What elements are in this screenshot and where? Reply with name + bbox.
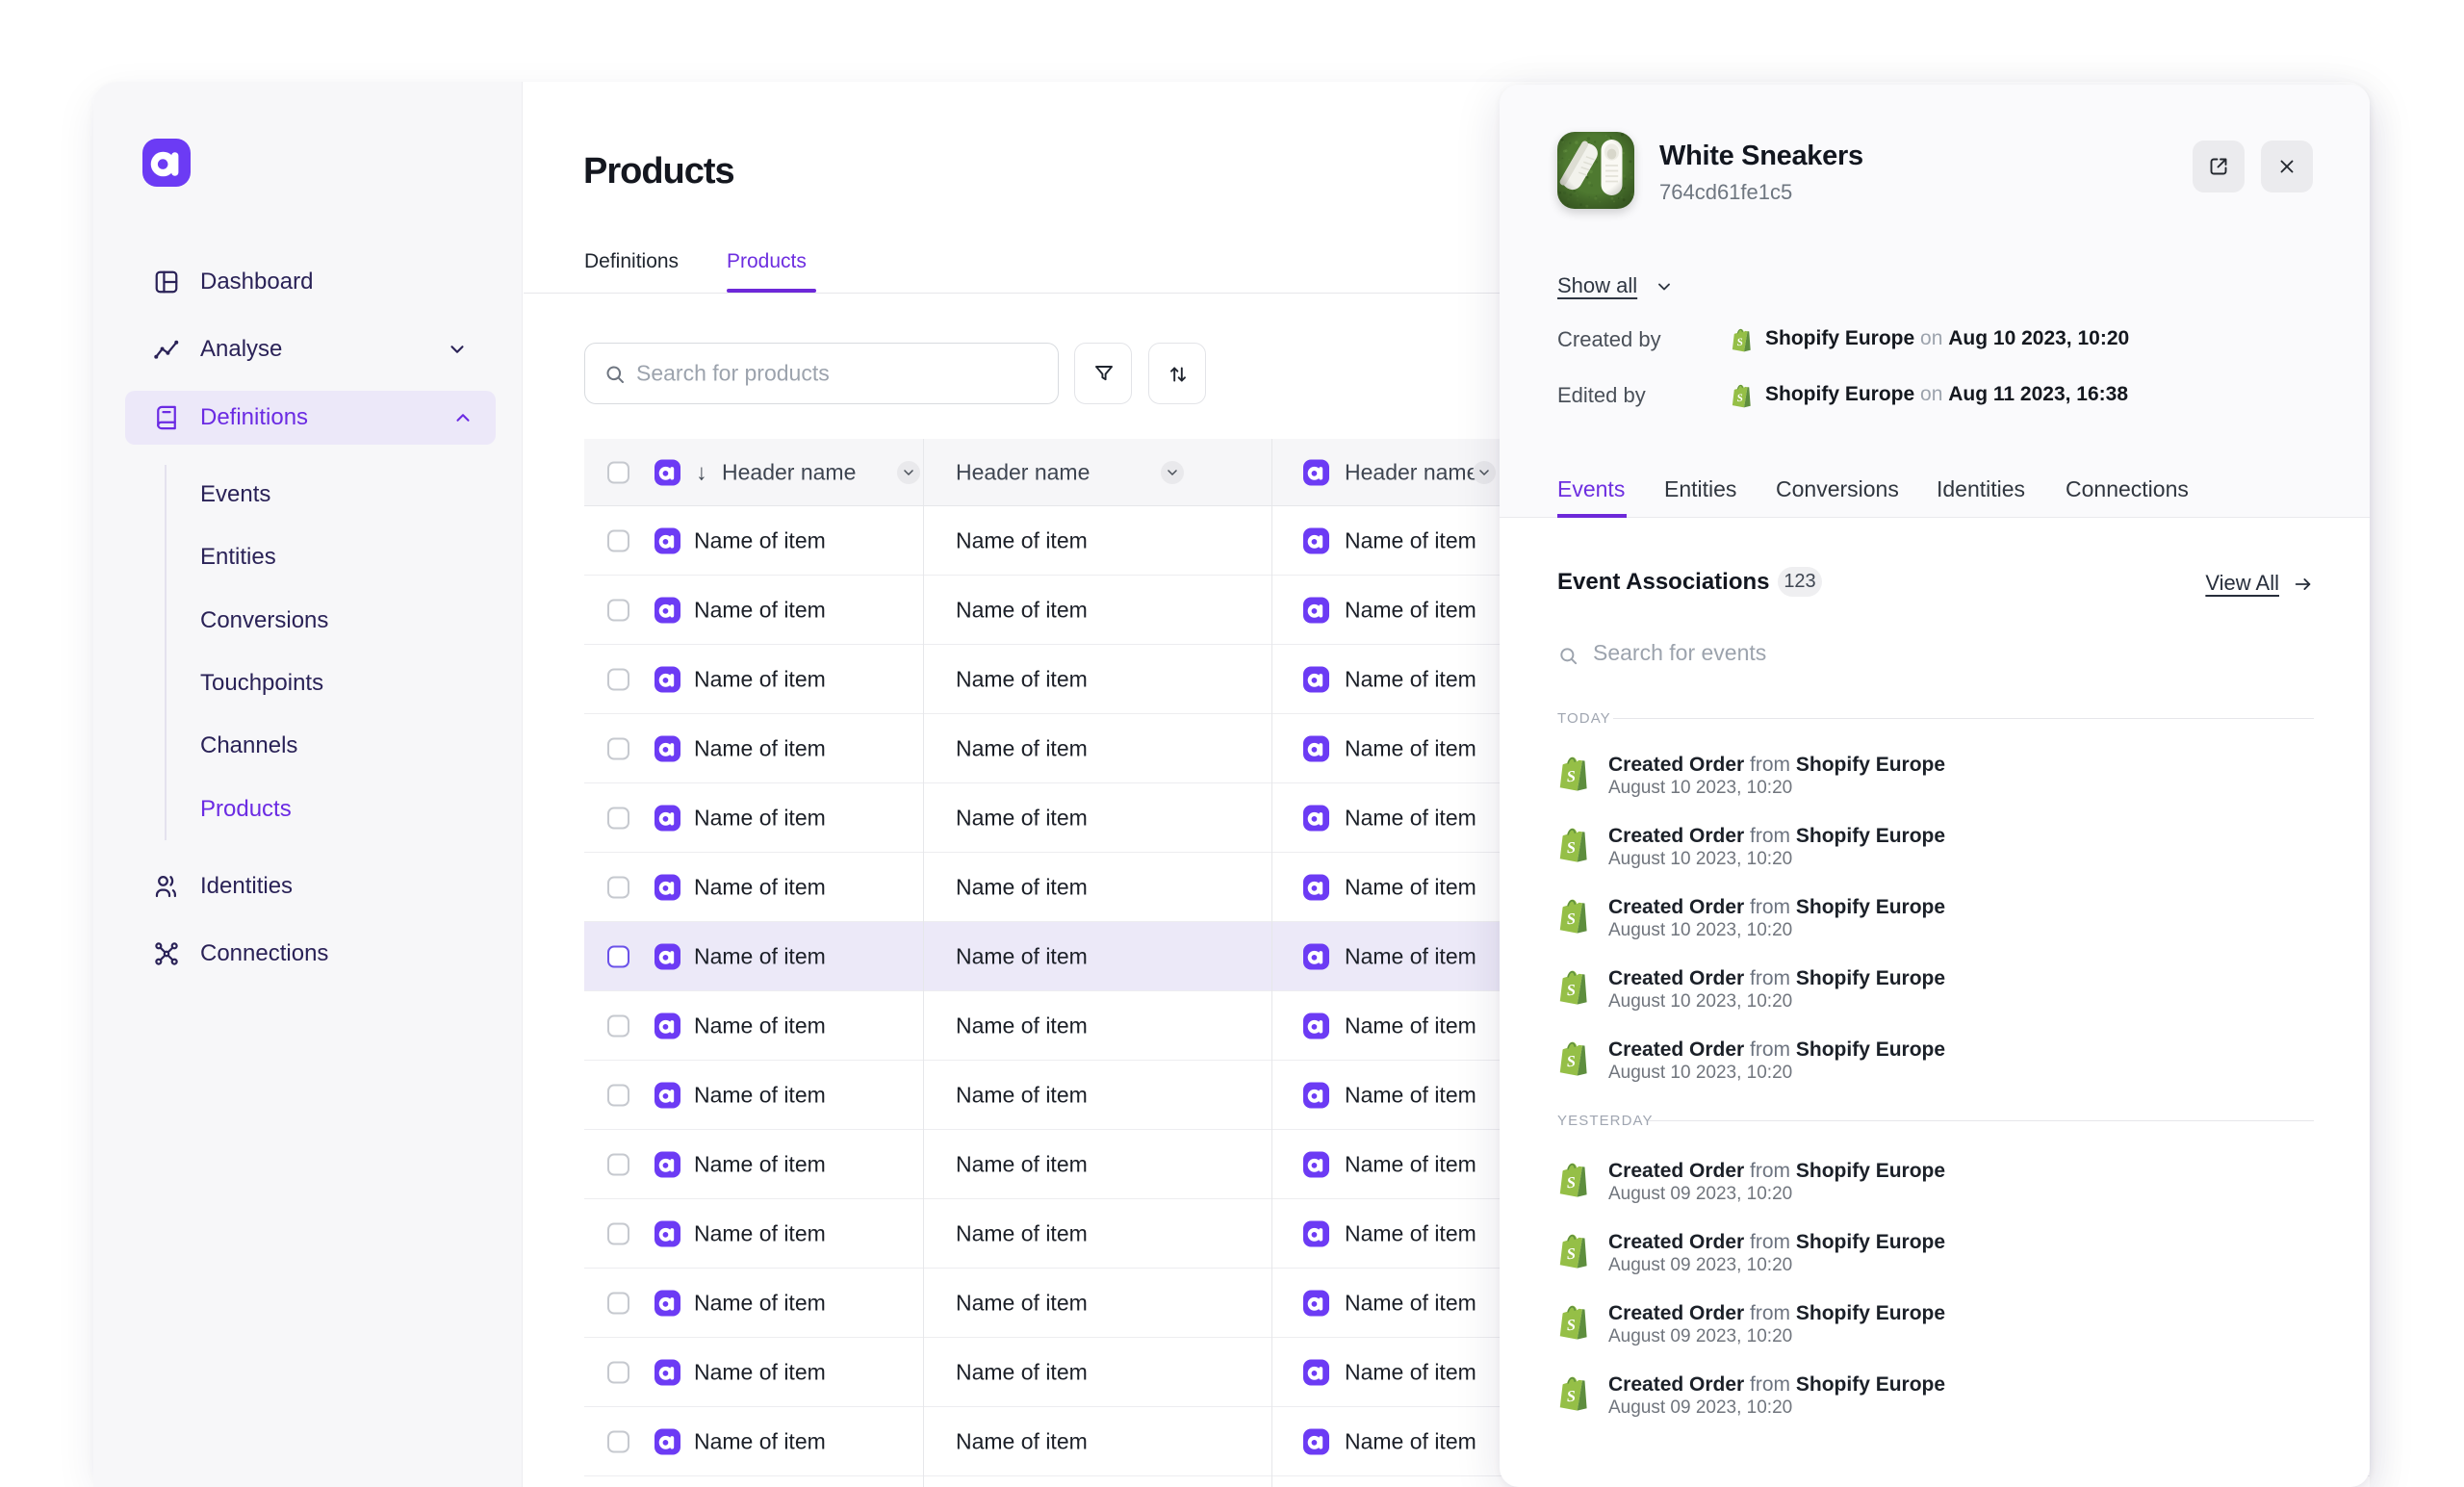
svg-text:S: S	[1566, 838, 1576, 858]
svg-text:S: S	[1566, 767, 1576, 786]
svg-text:S: S	[1566, 1052, 1576, 1071]
svg-text:S: S	[1566, 981, 1576, 1000]
svg-text:S: S	[1566, 1173, 1576, 1192]
svg-text:S: S	[1736, 393, 1743, 404]
svg-text:S: S	[1566, 1316, 1576, 1335]
svg-text:S: S	[1566, 910, 1576, 929]
svg-text:S: S	[1736, 337, 1743, 348]
svg-text:S: S	[1566, 1244, 1576, 1264]
svg-text:S: S	[1566, 1387, 1576, 1406]
